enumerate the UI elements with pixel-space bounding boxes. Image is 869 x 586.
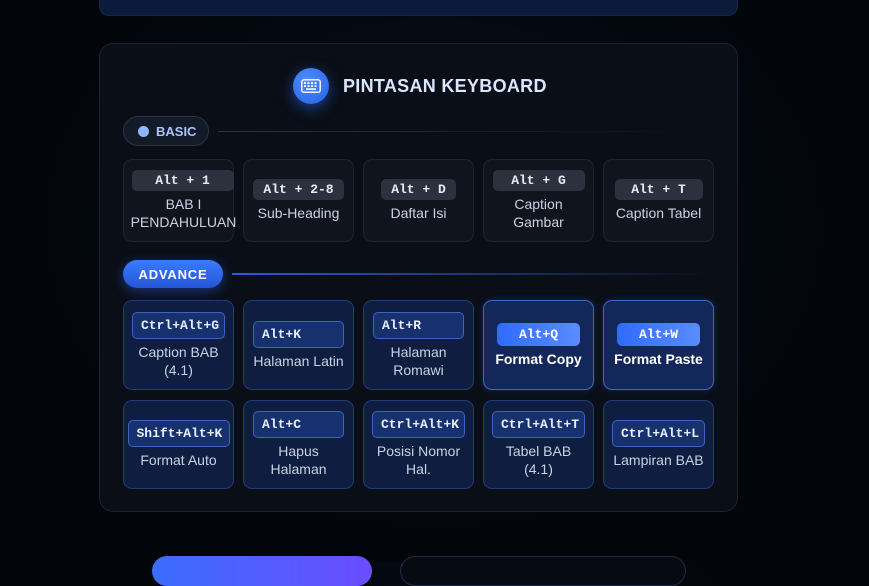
panel-title: PINTASAN KEYBOARD [343, 75, 547, 96]
divider [232, 273, 712, 275]
shortcut-key: Alt+K [253, 320, 344, 348]
shortcut-label: Sub-Heading [257, 205, 340, 221]
section-label: BASIC [156, 123, 197, 139]
shortcut-key: Alt+W [617, 322, 700, 346]
shortcut-key: Alt+Q [497, 322, 580, 346]
keyboard-shortcuts-panel: PINTASAN KEYBOARD BASIC Alt + 1 BAB I PE… [99, 43, 738, 512]
section-badge-advance: ADVANCE [123, 260, 223, 288]
shortcut-card[interactable]: Alt + D Daftar Isi [363, 159, 474, 242]
shortcut-label: Format Paste [614, 350, 703, 367]
shortcut-card[interactable]: Ctrl+Alt+G Caption BAB (4.1) [123, 300, 234, 390]
shortcut-label: Lampiran BAB [613, 452, 704, 468]
shortcut-card[interactable]: Alt+R Halaman Romawi [363, 300, 474, 390]
shortcut-key: Alt + 1 [131, 170, 234, 191]
shortcut-key: Alt+C [253, 411, 344, 438]
shortcut-key: Ctrl+Alt+T [492, 411, 585, 438]
shortcut-key: Shift+Alt+K [127, 420, 230, 447]
shortcut-card[interactable]: Alt + G Caption Gambar [483, 159, 594, 242]
shortcut-key: Alt + D [381, 179, 456, 200]
shortcut-label: Caption Tabel [615, 205, 702, 221]
shortcut-label: Halaman Romawi [390, 343, 447, 378]
secondary-button[interactable] [400, 556, 686, 586]
dot-icon [138, 125, 149, 137]
shortcut-label: Hapus Halaman [270, 443, 327, 477]
shortcut-card[interactable]: Alt + T Caption Tabel [603, 159, 714, 242]
shortcut-key: Ctrl+Alt+K [372, 411, 465, 438]
shortcut-card[interactable]: Alt+K Halaman Latin [243, 300, 354, 390]
shortcut-card[interactable]: Alt+Q Format Copy [483, 300, 594, 390]
section-label: ADVANCE [138, 266, 208, 282]
keyboard-icon [293, 68, 329, 104]
shortcut-label: Tabel BAB (4.1) [505, 443, 572, 477]
shortcut-label: BAB I PENDAHULUAN [130, 196, 237, 230]
shortcut-card[interactable]: Alt + 2-8 Sub-Heading [243, 159, 354, 242]
shortcut-label: Caption BAB (4.1) [138, 343, 219, 378]
shortcut-key: Alt + T [614, 179, 703, 200]
shortcut-label: Format Copy [495, 350, 582, 367]
divider [218, 131, 693, 132]
shortcut-key: Alt+R [373, 311, 464, 339]
shortcut-key: Ctrl+Alt+G [132, 311, 225, 339]
shortcut-label: Format Auto [140, 452, 217, 468]
section-badge-basic: BASIC [123, 116, 209, 146]
primary-button[interactable] [152, 556, 372, 586]
panel-header: PINTASAN KEYBOARD [293, 68, 547, 104]
shortcut-label: Caption Gambar [513, 196, 564, 230]
shortcut-card[interactable]: Alt+W Format Paste [603, 300, 714, 390]
shortcut-card[interactable]: Ctrl+Alt+T Tabel BAB (4.1) [483, 400, 594, 489]
shortcut-label: Halaman Latin [253, 352, 344, 369]
shortcut-card[interactable]: Shift+Alt+K Format Auto [123, 400, 234, 489]
shortcut-label: Posisi Nomor Hal. [376, 443, 461, 477]
shortcut-card[interactable]: Ctrl+Alt+L Lampiran BAB [603, 400, 714, 489]
shortcut-key: Alt + G [492, 170, 585, 191]
shortcut-card[interactable]: Alt + 1 BAB I PENDAHULUAN [123, 159, 236, 242]
shortcut-key: Ctrl+Alt+L [612, 420, 705, 447]
shortcut-card[interactable]: Alt+C Hapus Halaman [243, 400, 354, 489]
shortcut-card[interactable]: Ctrl+Alt+K Posisi Nomor Hal. [363, 400, 474, 489]
shortcut-key: Alt + 2-8 [253, 179, 344, 200]
shortcut-label: Daftar Isi [390, 205, 447, 221]
top-panel-edge [99, 0, 738, 16]
